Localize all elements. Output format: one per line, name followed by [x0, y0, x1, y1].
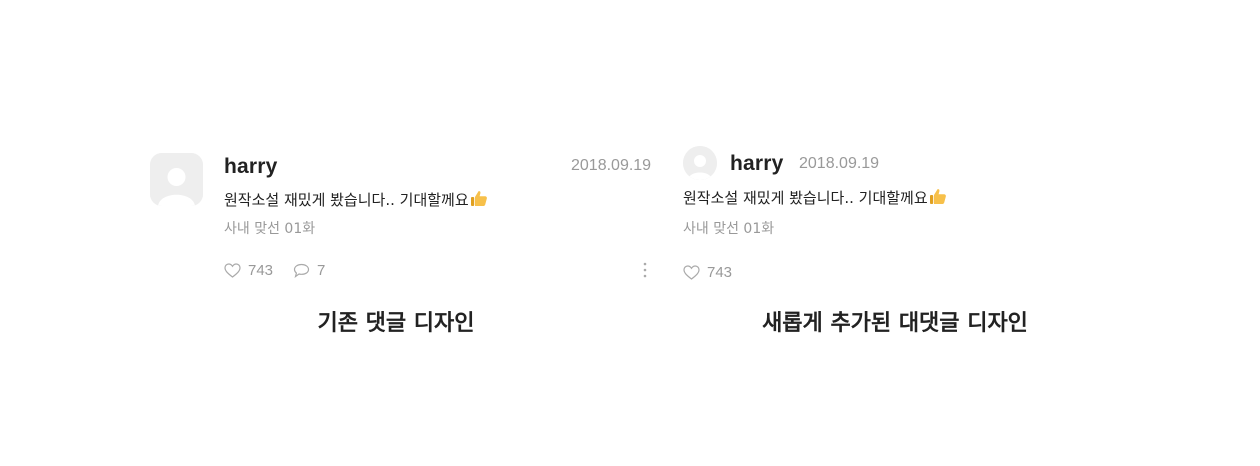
- user-avatar-icon: [683, 146, 717, 180]
- new-design-caption: 새롭게 추가된 대댓글 디자인: [762, 311, 1028, 336]
- reply-username[interactable]: harry: [730, 152, 784, 176]
- heart-icon: [683, 264, 700, 280]
- comment-username[interactable]: harry: [224, 155, 278, 179]
- existing-design-caption: 기존 댓글 디자인: [317, 311, 475, 336]
- user-avatar-icon: [150, 153, 203, 206]
- reply-count: 7: [317, 261, 326, 279]
- heart-icon: [224, 262, 241, 278]
- comment-episode[interactable]: 사내 맞선 01화: [224, 218, 315, 238]
- like-count: 743: [707, 263, 733, 281]
- like-count: 743: [248, 261, 274, 279]
- comment-body: 원작소설 재밌게 봤습니다.. 기대할께요: [224, 189, 488, 211]
- speech-bubble-icon: [293, 263, 310, 278]
- thumbs-up-icon: [929, 188, 947, 209]
- reply-episode[interactable]: 사내 맞선 01화: [683, 218, 774, 238]
- reply-body-text: 원작소설 재밌게 봤습니다.. 기대할께요: [683, 189, 928, 207]
- like-button[interactable]: 743: [683, 263, 732, 281]
- thumbs-up-icon: [470, 190, 488, 211]
- new-reply: harry 2018.09.19 원작소설 재밌게 봤습니다.. 기대할께요 사…: [630, 0, 1260, 466]
- existing-comment: harry 2018.09.19 원작소설 재밌게 봤습니다.. 기대할께요 사…: [0, 0, 651, 466]
- avatar[interactable]: [150, 153, 203, 206]
- reply-body: 원작소설 재밌게 봤습니다.. 기대할께요: [683, 187, 947, 209]
- reply-button[interactable]: 7: [293, 261, 325, 279]
- comment-body-text: 원작소설 재밌게 봤습니다.. 기대할께요: [224, 191, 469, 209]
- reply-date: 2018.09.19: [799, 155, 880, 172]
- like-button[interactable]: 743: [224, 261, 273, 279]
- avatar[interactable]: [683, 146, 717, 180]
